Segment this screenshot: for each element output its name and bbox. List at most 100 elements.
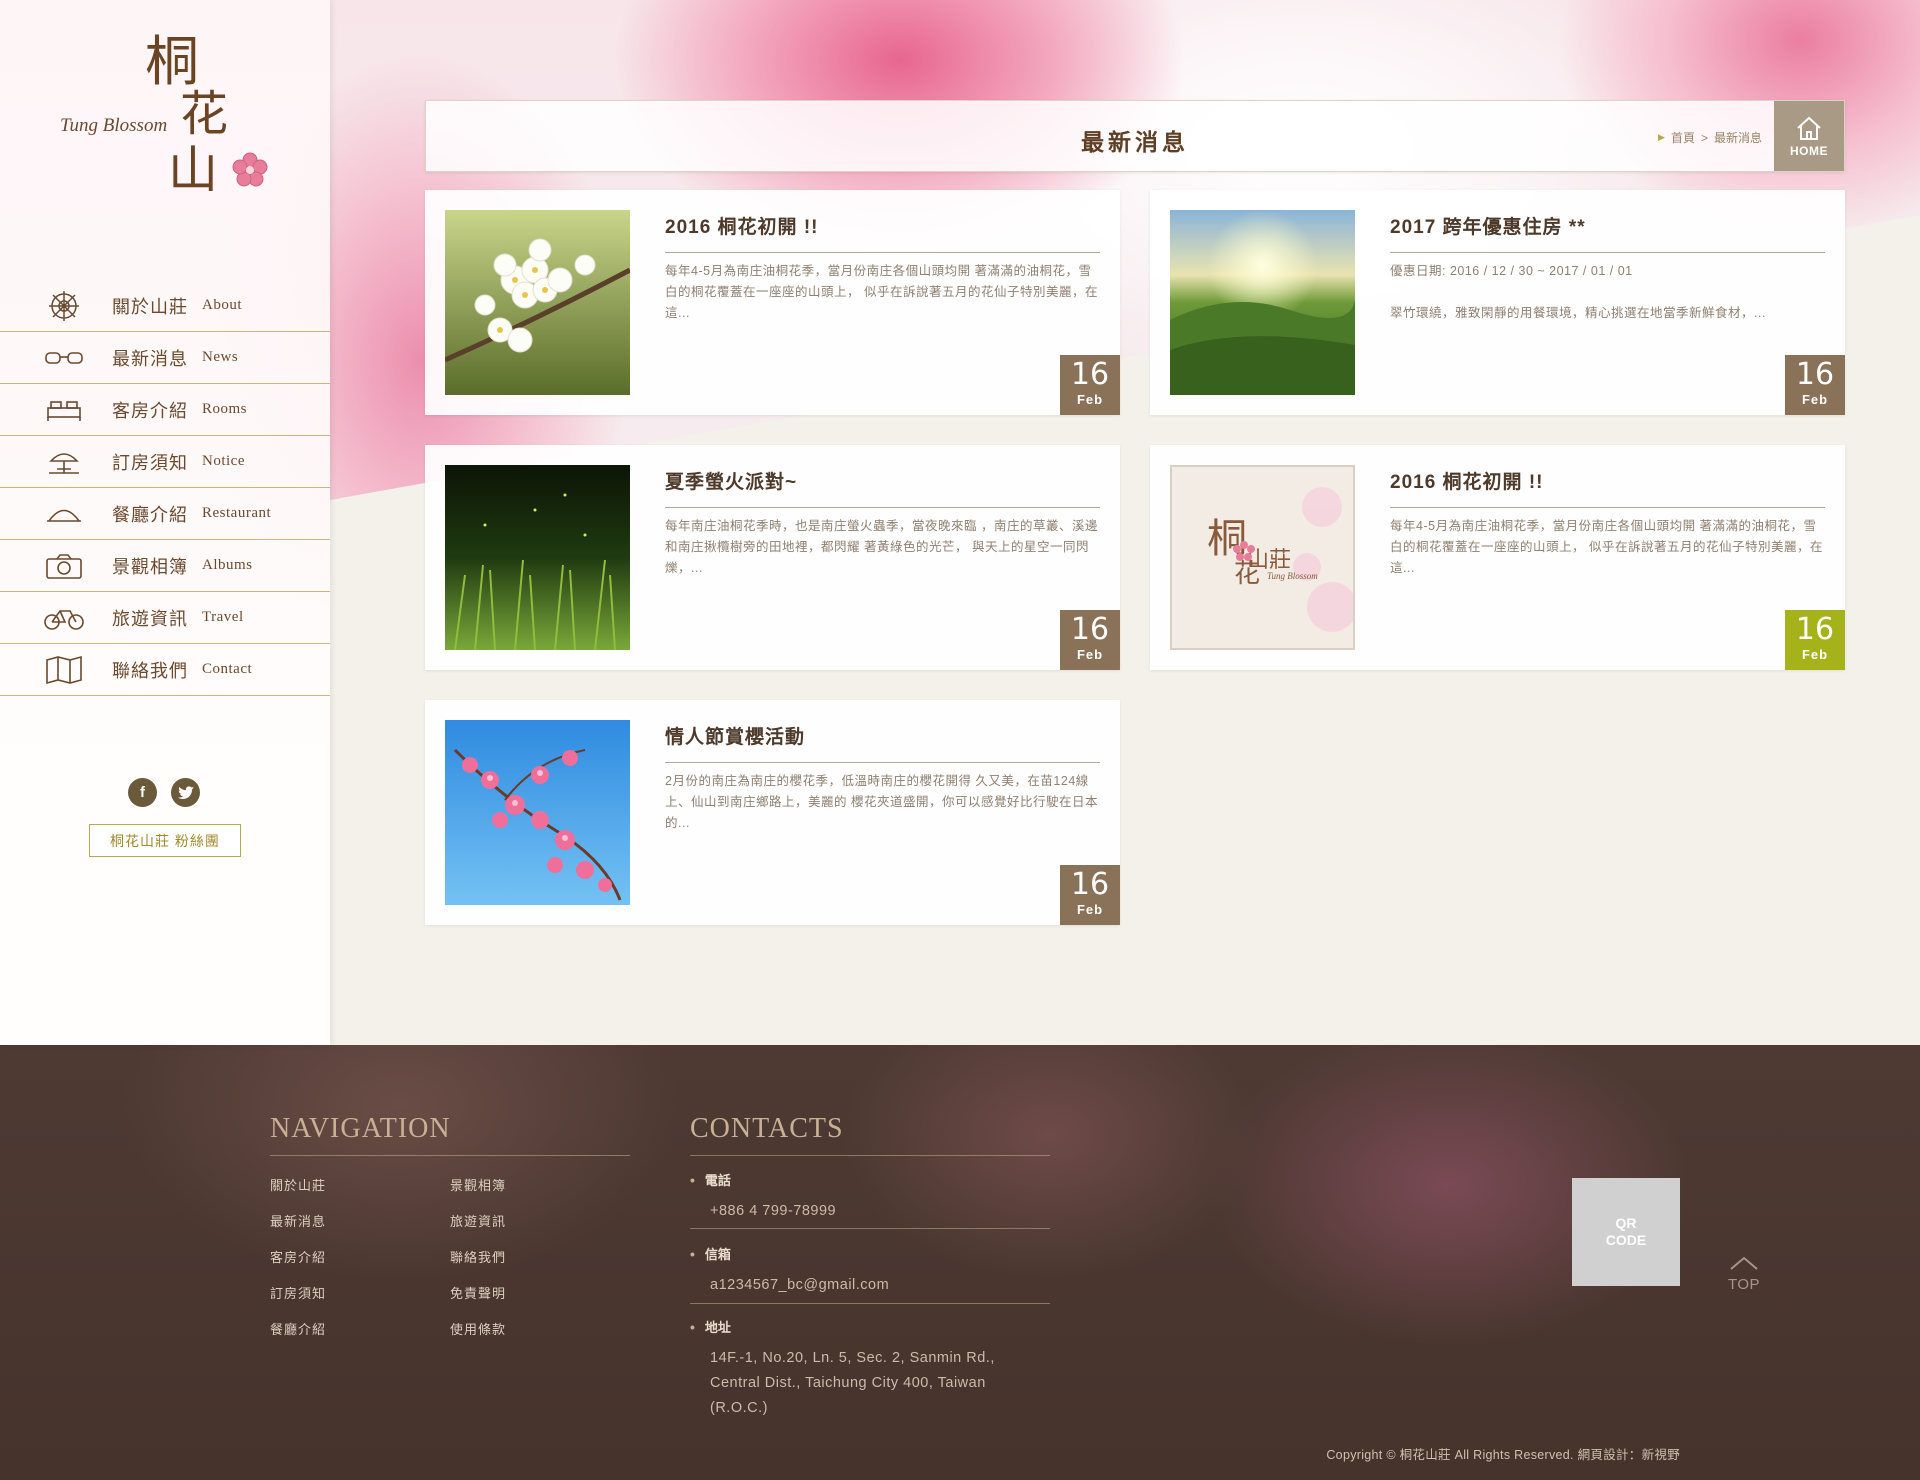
divider: [1390, 252, 1825, 253]
contact-label: 地址: [690, 1317, 1050, 1336]
compass-wheel-icon: [44, 290, 84, 322]
nav-item-notice[interactable]: 訂房須知 Notice: [0, 436, 330, 488]
date-month: Feb: [1801, 392, 1829, 407]
beach-umbrella-icon: [44, 446, 84, 478]
map-icon: [44, 654, 84, 686]
footer-link[interactable]: 景觀相簿: [450, 1175, 506, 1194]
nav-label-zh: 聯絡我們: [112, 660, 188, 682]
news-excerpt: 每年4-5月為南庄油桐花季，當月份南庄各個山頭均開 著滿滿的油桐花，雪白的桐花覆…: [665, 264, 1098, 320]
date-badge: 16 Feb: [1060, 610, 1120, 670]
footer-link[interactable]: 訂房須知: [270, 1283, 326, 1302]
phone-number[interactable]: +886 4 799-78999: [710, 1199, 1050, 1224]
nav-item-albums[interactable]: 景觀相簿 Albums: [0, 540, 330, 592]
nav-item-restaurant[interactable]: 餐廳介紹 Restaurant: [0, 488, 330, 540]
date-month: Feb: [1076, 392, 1104, 407]
footer-link[interactable]: 客房介紹: [270, 1247, 326, 1266]
nav-label-zh: 最新消息: [112, 348, 188, 370]
food-cloche-icon: [44, 498, 84, 530]
bicycle-icon: [44, 602, 84, 634]
news-title[interactable]: 2016 桐花初開 !!: [1390, 467, 1825, 494]
divider: [690, 1155, 1050, 1156]
home-label: HOME: [1790, 143, 1828, 158]
news-thumbnail[interactable]: 桐 山莊 花 Tung Blossom: [1170, 465, 1355, 650]
divider: [690, 1228, 1050, 1229]
address: 14F.-1, No.20, Ln. 5, Sec. 2, Sanmin Rd.…: [710, 1346, 1050, 1421]
footer-link[interactable]: 餐廳介紹: [270, 1319, 326, 1338]
nav-item-about[interactable]: 關於山莊 About: [0, 280, 330, 332]
footer-link[interactable]: 旅遊資訊: [450, 1211, 506, 1230]
glasses-icon: [44, 342, 84, 374]
nav-item-contact[interactable]: 聯絡我們 Contact: [0, 644, 330, 696]
nav-label-zh: 客房介紹: [112, 400, 188, 422]
news-card[interactable]: 夏季螢火派對~ 每年南庄油桐花季時，也是南庄螢火蟲季，當夜晚來臨 ，南庄的草叢、…: [425, 445, 1120, 670]
news-card[interactable]: 2017 跨年優惠住房 ** 優惠日期: 2016 / 12 / 30 ~ 20…: [1150, 190, 1845, 415]
breadcrumb-current: 最新消息: [1713, 131, 1762, 145]
nav-label-zh: 景觀相簿: [112, 556, 188, 578]
contact-email: 信箱 a1234567_bc@gmail.com: [690, 1244, 1050, 1298]
news-card[interactable]: 桐 山莊 花 Tung Blossom 2016 桐花初開 !! 每年4-5月為…: [1150, 445, 1845, 670]
news-title[interactable]: 夏季螢火派對~: [665, 467, 1100, 494]
footer-link[interactable]: 免責聲明: [450, 1283, 506, 1302]
news-card[interactable]: 情人節賞櫻活動 2月份的南庄為南庄的櫻花季，低溫時南庄的櫻花開得 久又美，在苗1…: [425, 700, 1120, 925]
svg-text:Tung Blossom: Tung Blossom: [1267, 571, 1318, 581]
logo[interactable]: Tung Blossom 桐 花 山: [60, 35, 280, 245]
breadcrumb-home[interactable]: 首頁: [1671, 129, 1695, 146]
nav-label-zh: 餐廳介紹: [112, 504, 188, 526]
news-title[interactable]: 2016 桐花初開 !!: [665, 212, 1100, 239]
house-icon: [1797, 116, 1821, 140]
qr-code[interactable]: QR CODE: [1572, 1178, 1680, 1286]
date-badge: 16 Feb: [1785, 610, 1845, 670]
date-badge: 16 Feb: [1785, 355, 1845, 415]
divider: [690, 1303, 1050, 1304]
news-thumbnail[interactable]: [1170, 210, 1355, 395]
news-title[interactable]: 2017 跨年優惠住房 **: [1390, 212, 1825, 239]
date-month: Feb: [1076, 902, 1104, 917]
footer-link[interactable]: 聯絡我們: [450, 1247, 506, 1266]
news-thumbnail[interactable]: [445, 210, 630, 395]
nav-item-travel[interactable]: 旅遊資訊 Travel: [0, 592, 330, 644]
nav-label-en: Restaurant: [202, 505, 272, 521]
facebook-icon[interactable]: f: [128, 778, 157, 807]
nav-label-zh: 訂房須知: [112, 452, 188, 474]
blossom-icon: [232, 152, 268, 187]
date-month: Feb: [1801, 647, 1829, 662]
footer-link[interactable]: 關於山莊: [270, 1175, 326, 1194]
news-thumbnail[interactable]: [445, 465, 630, 650]
page-header: 最新消息 ▶ 首頁 > 最新消息 HOME: [425, 100, 1845, 172]
email-address[interactable]: a1234567_bc@gmail.com: [710, 1273, 1050, 1298]
news-thumbnail[interactable]: [445, 720, 630, 905]
nav-label-en: Rooms: [202, 401, 248, 417]
breadcrumb: ▶ 首頁 > 最新消息: [1658, 129, 1762, 146]
nav-label-en: Travel: [202, 609, 244, 625]
contact-label: 信箱: [690, 1244, 1050, 1263]
camera-icon: [44, 550, 84, 582]
divider: [270, 1155, 630, 1156]
date-day: 16: [1795, 612, 1835, 647]
nav-label-en: Notice: [202, 453, 245, 469]
twitter-icon[interactable]: [171, 778, 200, 807]
nav-item-rooms[interactable]: 客房介紹 Rooms: [0, 384, 330, 436]
svg-text:花: 花: [1234, 559, 1260, 589]
footer-nav-heading: NAVIGATION: [270, 1113, 451, 1144]
divider: [665, 762, 1100, 763]
promo-text: 翠竹環繞，雅致閑靜的用餐環境，精心挑選在地當季新鮮食材，...: [1390, 306, 1766, 320]
address-line: 14F.-1, No.20, Ln. 5, Sec. 2, Sanmin Rd.…: [710, 1350, 995, 1366]
contact-address: 地址 14F.-1, No.20, Ln. 5, Sec. 2, Sanmin …: [690, 1317, 1050, 1421]
news-card[interactable]: 2016 桐花初開 !! 每年4-5月為南庄油桐花季，當月份南庄各個山頭均開 著…: [425, 190, 1120, 415]
date-badge: 16 Feb: [1060, 355, 1120, 415]
home-button[interactable]: HOME: [1774, 101, 1844, 171]
copyright: Copyright © 桐花山莊 All Rights Reserved. 網頁…: [1326, 1448, 1680, 1462]
nav-item-news[interactable]: 最新消息 News: [0, 332, 330, 384]
logo-char: 山: [168, 141, 218, 199]
address-line: Central Dist., Taichung City 400, Taiwan: [710, 1375, 986, 1391]
social-links: f: [128, 778, 200, 807]
fan-page-button[interactable]: 桐花山莊 粉絲團: [89, 824, 241, 857]
back-to-top-button[interactable]: TOP: [1726, 1255, 1762, 1293]
date-month: Feb: [1076, 647, 1104, 662]
news-excerpt: 每年南庄油桐花季時，也是南庄螢火蟲季，當夜晚來臨 ，南庄的草叢、溪邊和南庄揪欖樹…: [665, 519, 1098, 575]
footer-link[interactable]: 使用條款: [450, 1319, 506, 1338]
date-day: 16: [1070, 357, 1110, 392]
news-title[interactable]: 情人節賞櫻活動: [665, 722, 1100, 749]
date-day: 16: [1795, 357, 1835, 392]
footer-link[interactable]: 最新消息: [270, 1211, 326, 1230]
